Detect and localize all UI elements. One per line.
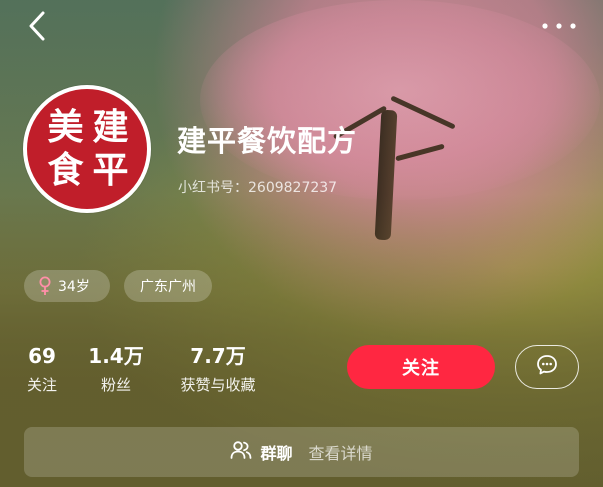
stat-followers-count: 1.4万 xyxy=(88,344,144,368)
age-tag: 34岁 xyxy=(24,270,110,302)
more-dots-icon[interactable] xyxy=(540,18,578,32)
female-icon xyxy=(38,276,52,296)
account-id[interactable]: 小红书号：2609827237 xyxy=(178,177,337,197)
stat-likes-collections[interactable]: 7.7万 获赞与收藏 xyxy=(172,344,264,396)
avatar-char: 美 xyxy=(47,105,84,148)
chevron-left-icon[interactable] xyxy=(26,10,50,42)
stat-followers[interactable]: 1.4万 粉丝 xyxy=(88,344,144,396)
group-users-icon xyxy=(230,440,252,464)
stat-likes-label: 获赞与收藏 xyxy=(180,376,256,394)
chat-button[interactable] xyxy=(515,345,579,389)
nickname: 建平餐饮配方 xyxy=(177,124,358,158)
follow-button[interactable]: 关注 xyxy=(347,345,495,389)
stat-likes-count: 7.7万 xyxy=(190,344,246,368)
avatar-char: 建 xyxy=(92,105,129,148)
avatar-char: 食 xyxy=(47,148,84,191)
message-bubble-icon xyxy=(535,353,559,381)
profile-screen: 美 建 食 平 建平餐饮配方 小红书号：2609827237 34岁 广东广州 … xyxy=(0,0,603,487)
location-tag: 广东广州 xyxy=(124,270,212,302)
group-chat-title: 群聊 xyxy=(260,444,293,463)
stat-following-count: 69 xyxy=(28,344,56,368)
group-chat-detail-link: 查看详情 xyxy=(308,444,373,463)
group-chat-bar[interactable]: 群聊 查看详情 xyxy=(24,427,579,477)
avatar-logo: 美 建 食 平 xyxy=(27,89,147,209)
avatar-char: 平 xyxy=(92,148,129,191)
stat-following-label: 关注 xyxy=(26,376,57,394)
stat-following[interactable]: 69 关注 xyxy=(23,344,61,396)
stat-followers-label: 粉丝 xyxy=(100,376,131,394)
avatar[interactable]: 美 建 食 平 xyxy=(23,85,151,213)
age-label: 34岁 xyxy=(58,279,90,295)
background-shade xyxy=(0,0,603,487)
location-label: 广东广州 xyxy=(140,279,196,295)
